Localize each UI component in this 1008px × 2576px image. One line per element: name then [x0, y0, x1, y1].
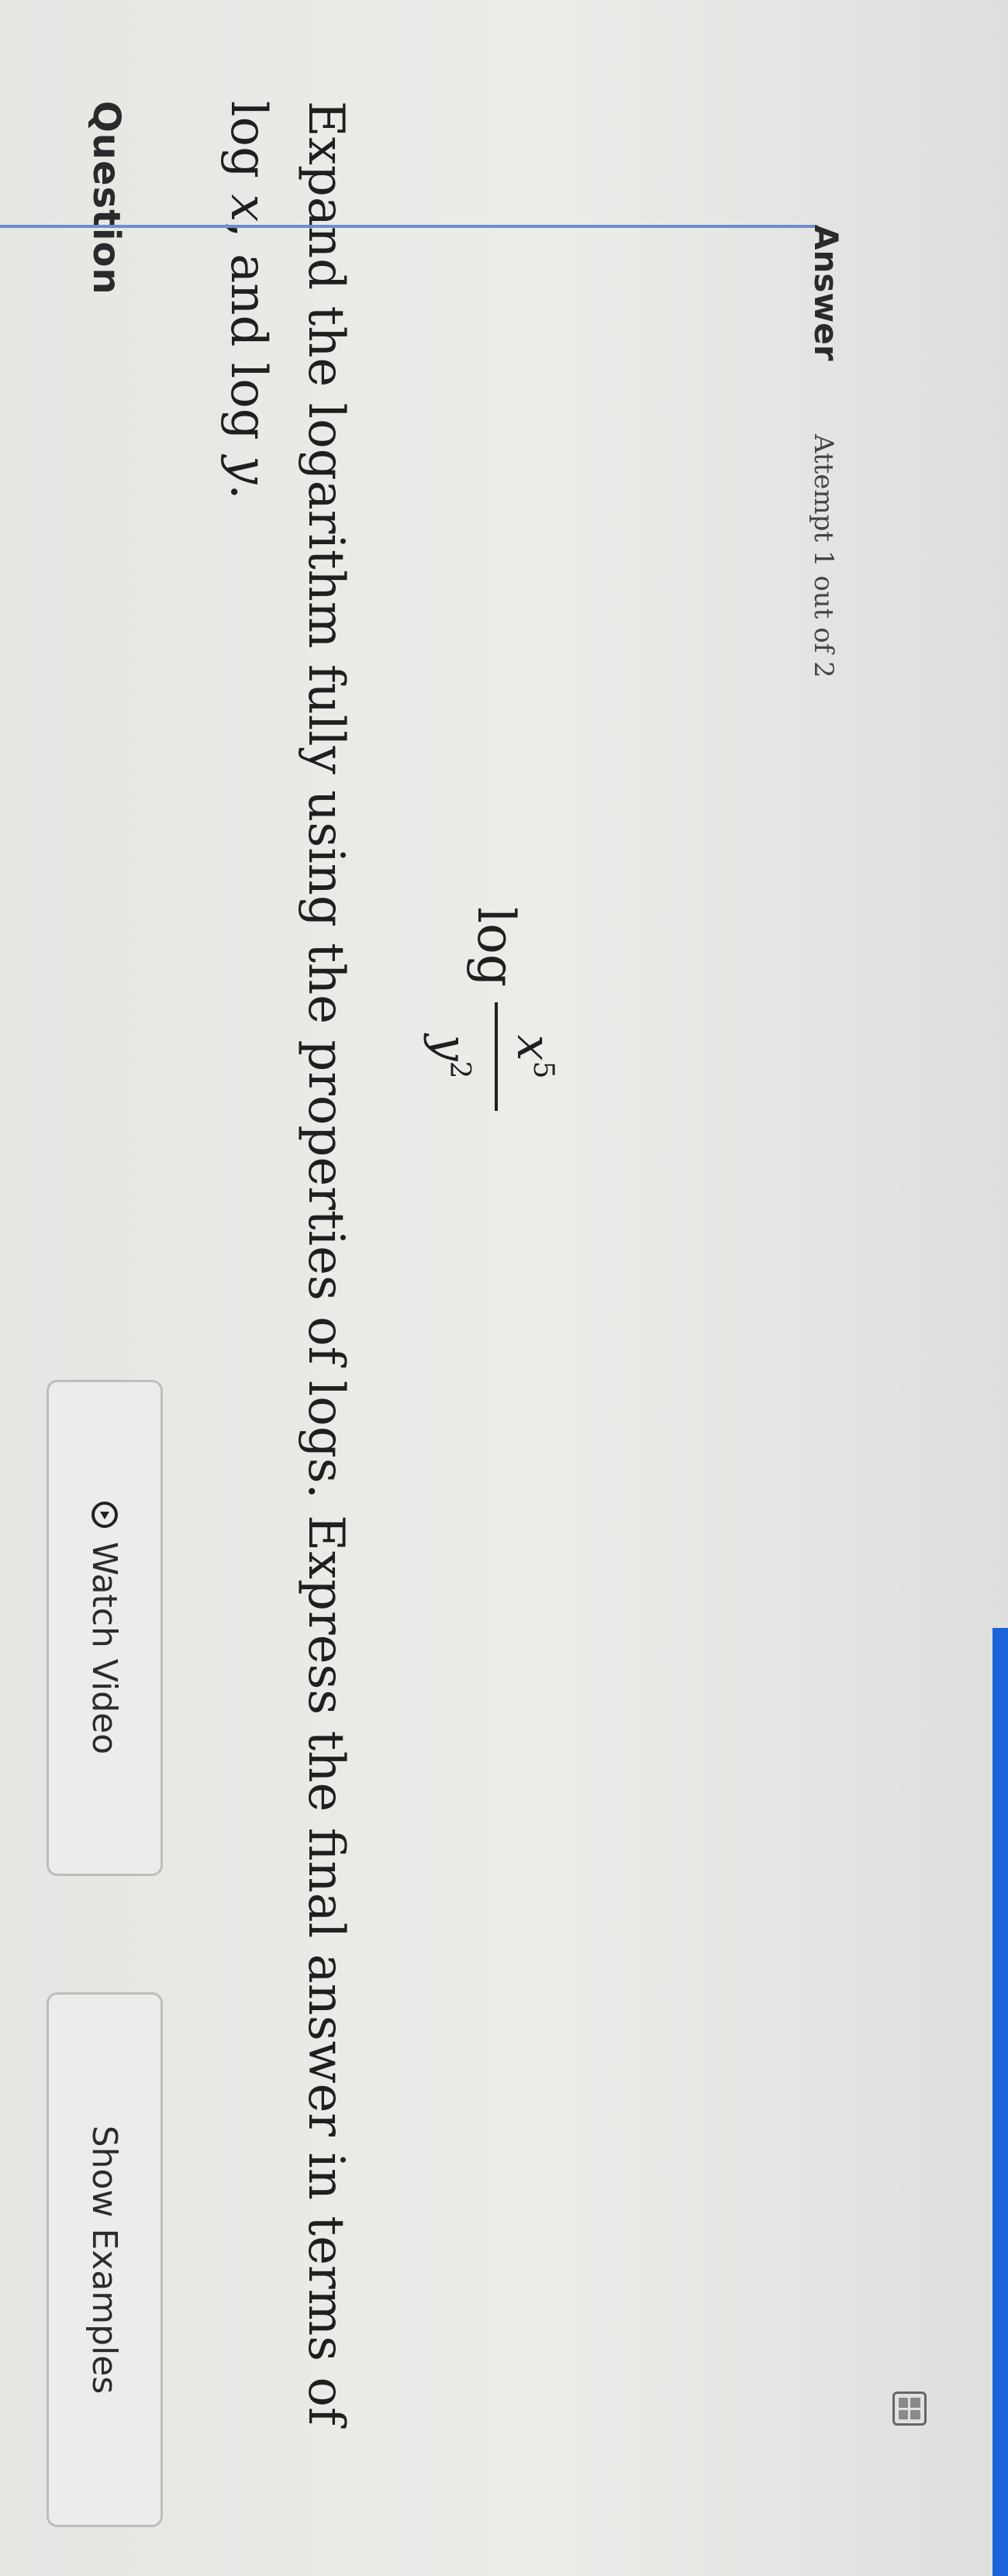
- answer-input-accent-bar: [992, 1628, 1008, 2576]
- question-page: Question Watch Video Show Examples Expan…: [0, 0, 1008, 2576]
- answer-panel: [0, 225, 818, 1620]
- question-var-x: x: [219, 194, 277, 222]
- attempt-counter: Attempt 1 out of 2: [808, 434, 839, 678]
- show-examples-button[interactable]: Show Examples: [47, 1992, 163, 2527]
- answer-label: Answer: [807, 225, 845, 361]
- calculator-icon[interactable]: [892, 2392, 927, 2426]
- show-examples-label: Show Examples: [85, 2125, 125, 2395]
